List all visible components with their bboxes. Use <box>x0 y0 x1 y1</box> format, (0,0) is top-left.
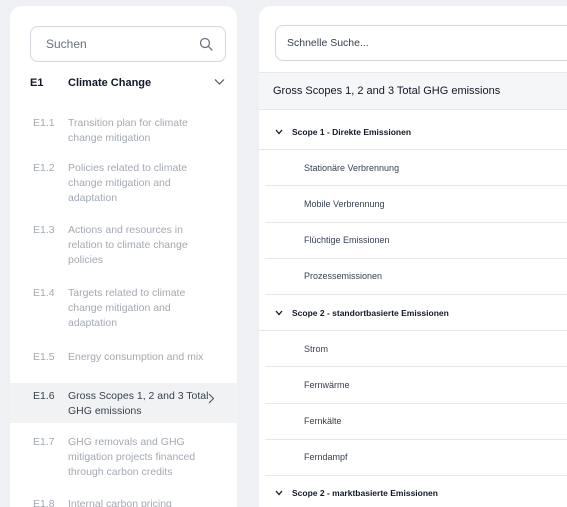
list-item[interactable]: Stationäre Verbrennung <box>265 150 567 187</box>
item-label: Transition plan for climate change mitig… <box>68 117 188 144</box>
list-item[interactable]: Strom <box>265 331 567 368</box>
main-panel: Gross Scopes 1, 2 and 3 Total GHG emissi… <box>259 6 567 507</box>
chevron-down-icon[interactable] <box>275 310 283 316</box>
group-header-climate-change[interactable]: E1 Climate Change <box>10 66 237 100</box>
section-title: Gross Scopes 1, 2 and 3 Total GHG emissi… <box>259 72 567 110</box>
item-label: Policies related to climate change mitig… <box>68 162 188 204</box>
list-item[interactable]: Mobile Verbrennung <box>265 186 567 223</box>
sidebar-item-e1-3[interactable]: E1.3 Actions and resources in relation t… <box>10 217 237 280</box>
sidebar-item-e1-7[interactable]: E1.7 GHG removals and GHG mitigation pro… <box>10 429 237 491</box>
list-item[interactable]: Fernkälte <box>265 404 567 440</box>
quick-search-box[interactable] <box>275 25 567 61</box>
item-code: E1.7 <box>33 436 55 448</box>
list-item[interactable]: Fernwärme <box>265 367 567 404</box>
item-code: E1.2 <box>33 162 55 174</box>
chevron-down-icon[interactable] <box>214 78 225 86</box>
sidebar: E1 Climate Change E1.1 Transition plan f… <box>10 6 237 507</box>
item-label: Prozessemissionen <box>304 271 383 282</box>
item-label: Energy consumption and mix <box>68 351 204 363</box>
group-label: Scope 2 - marktbasierte Emissionen <box>292 488 438 499</box>
group-label: Scope 1 - Direkte Emissionen <box>292 126 412 137</box>
group-label: Scope 2 - standortbasierte Emissionen <box>292 307 449 318</box>
group-code: E1 <box>30 77 44 89</box>
list-item[interactable]: Flüchtige Emissionen <box>265 223 567 259</box>
sidebar-item-e1-2[interactable]: E1.2 Policies related to climate change … <box>10 155 237 217</box>
chevron-right-icon <box>208 393 215 404</box>
item-code: E1.6 <box>33 390 55 402</box>
item-label: Actions and resources in relation to cli… <box>68 224 188 266</box>
item-code: E1.3 <box>33 224 55 236</box>
item-label: Mobile Verbrennung <box>304 198 385 209</box>
chevron-down-icon[interactable] <box>275 129 283 135</box>
group-title: Climate Change <box>68 77 152 89</box>
scope-1-group-row[interactable]: Scope 1 - Direkte Emissionen <box>259 114 567 151</box>
item-label: Flüchtige Emissionen <box>304 235 390 246</box>
emissions-list: Scope 1 - Direkte Emissionen Stationäre … <box>259 114 567 507</box>
sidebar-item-e1-8[interactable]: E1.8 Internal carbon pricing <box>10 491 237 507</box>
item-label: Strom <box>304 343 329 354</box>
item-label: Ferndampf <box>304 452 348 463</box>
item-code: E1.5 <box>33 351 55 363</box>
item-label: Fernkälte <box>304 416 342 427</box>
item-code: E1.1 <box>33 117 55 129</box>
list-item[interactable]: Ferndampf <box>265 440 567 476</box>
sidebar-nav-list: E1.1 Transition plan for climate change … <box>10 110 237 507</box>
item-label: Fernwärme <box>304 379 350 390</box>
item-code: E1.4 <box>33 287 55 299</box>
sidebar-item-e1-1[interactable]: E1.1 Transition plan for climate change … <box>10 110 237 155</box>
sidebar-item-e1-4[interactable]: E1.4 Targets related to climate change m… <box>10 280 237 342</box>
list-item[interactable]: Prozessemissionen <box>265 259 567 295</box>
quick-search-input[interactable] <box>287 37 567 49</box>
item-label: Stationäre Verbrennung <box>304 162 400 173</box>
item-label: GHG removals and GHG mitigation projects… <box>68 436 196 478</box>
sidebar-search-input[interactable] <box>46 37 186 51</box>
chevron-down-icon[interactable] <box>275 490 283 496</box>
item-code: E1.8 <box>33 498 55 507</box>
scope-2-market-group-row[interactable]: Scope 2 - marktbasierte Emissionen <box>259 476 567 507</box>
item-label: Gross Scopes 1, 2 and 3 Total GHG emissi… <box>68 390 209 417</box>
sidebar-search-box[interactable] <box>30 26 226 62</box>
sidebar-item-e1-6[interactable]: E1.6 Gross Scopes 1, 2 and 3 Total GHG e… <box>10 383 237 423</box>
sidebar-item-e1-5[interactable]: E1.5 Energy consumption and mix <box>10 342 237 377</box>
scope-2-location-group-row[interactable]: Scope 2 - standortbasierte Emissionen <box>259 295 567 332</box>
search-icon[interactable] <box>199 37 213 51</box>
item-label: Targets related to climate change mitiga… <box>68 287 186 329</box>
item-label: Internal carbon pricing <box>68 498 172 507</box>
